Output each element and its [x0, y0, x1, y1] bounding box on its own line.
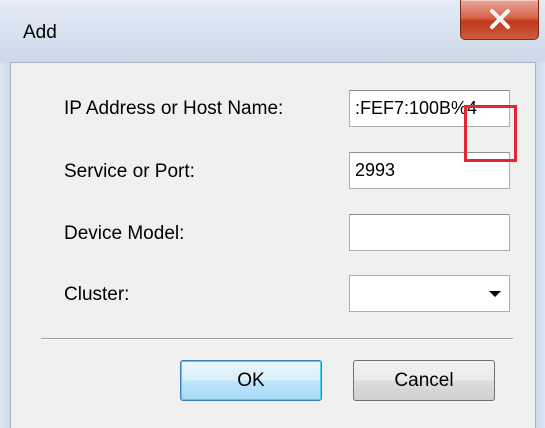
cluster-label: Cluster:: [64, 284, 130, 305]
cluster-select[interactable]: [349, 275, 510, 312]
ip-address-value: :FEF7:100B%4: [355, 98, 478, 118]
window-frame-left: [0, 62, 10, 428]
ok-button[interactable]: OK: [180, 360, 322, 401]
dialog-title: Add: [23, 22, 57, 43]
window-frame-right: [536, 62, 545, 428]
device-model-input[interactable]: [349, 214, 510, 251]
service-port-label: Service or Port:: [64, 161, 195, 182]
separator: [41, 338, 513, 340]
ip-address-label: IP Address or Host Name:: [64, 98, 284, 119]
close-button[interactable]: [460, 0, 539, 40]
chevron-down-icon[interactable]: [489, 291, 501, 297]
close-icon: [490, 9, 510, 29]
add-dialog: Add IP Address or Host Name: :FEF7:100B%…: [0, 0, 545, 428]
title-bar[interactable]: Add: [0, 0, 545, 62]
cancel-button[interactable]: Cancel: [353, 360, 495, 401]
dialog-content: IP Address or Host Name: :FEF7:100B%4 Se…: [10, 62, 536, 428]
service-port-value: 2993: [355, 160, 396, 180]
device-model-label: Device Model:: [64, 223, 185, 244]
highlight-annotation: [464, 105, 517, 162]
